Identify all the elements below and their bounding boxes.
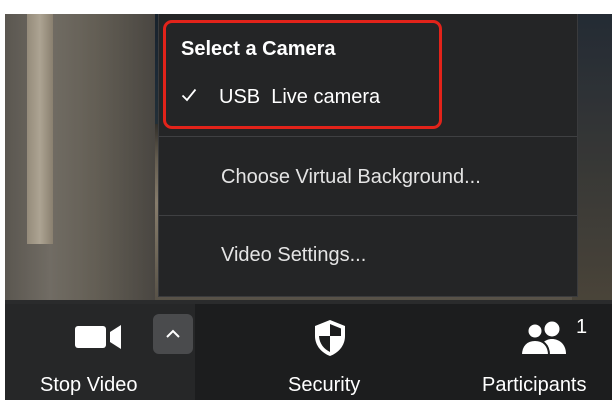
stop-video-button[interactable]: Stop Video [5, 304, 195, 400]
chevron-up-icon [166, 329, 180, 338]
camera-option-usb-live[interactable]: USB Live camera [219, 86, 380, 109]
menu-heading: Select a Camera [181, 38, 336, 60]
video-settings-item[interactable]: Video Settings... [221, 244, 366, 267]
camera-menu: Select a Camera USB Live camera Choose V… [158, 14, 578, 297]
participants-count-badge: 1 [576, 316, 588, 338]
zoom-window: Select a Camera USB Live camera Choose V… [5, 14, 612, 400]
highlight-box [163, 20, 442, 129]
video-options-caret-button[interactable] [153, 314, 193, 354]
participants-label: Participants [482, 374, 587, 396]
stop-video-label: Stop Video [40, 374, 138, 396]
menu-divider [159, 215, 577, 216]
security-label: Security [288, 374, 361, 396]
security-button[interactable]: Security [270, 304, 390, 400]
participants-button[interactable]: 1 Participants [470, 304, 612, 400]
menu-divider [159, 136, 577, 137]
choose-virtual-background-item[interactable]: Choose Virtual Background... [221, 166, 481, 189]
shield-icon [315, 320, 345, 356]
video-camera-icon [75, 325, 121, 349]
checkmark-icon [181, 88, 197, 102]
participants-icon [519, 321, 566, 356]
meeting-toolbar: Stop Video Security 1 Participants [5, 304, 612, 400]
